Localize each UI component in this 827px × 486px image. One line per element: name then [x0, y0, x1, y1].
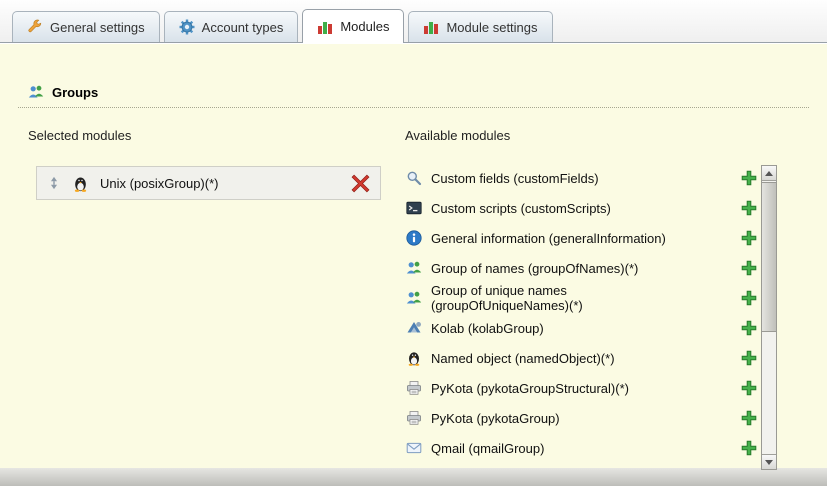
tab-modules[interactable]: Modules	[302, 9, 404, 43]
plus-icon	[741, 230, 757, 246]
script-icon	[406, 200, 422, 216]
tab-label: Modules	[340, 19, 389, 34]
footer-strip	[0, 468, 827, 486]
scroll-up-button[interactable]	[762, 166, 776, 181]
add-module-button[interactable]	[741, 170, 758, 187]
add-module-button[interactable]	[741, 410, 758, 427]
available-module-row: Group of unique names (groupOfUniqueName…	[406, 283, 758, 313]
arrow-up-icon	[765, 171, 773, 176]
add-module-button[interactable]	[741, 230, 758, 247]
module-label: Group of names (groupOfNames)(*)	[431, 261, 693, 276]
module-label: Qmail (qmailGroup)	[431, 441, 693, 456]
available-modules-scrollbar[interactable]	[761, 165, 777, 470]
available-module-row: PyKota (pykotaGroupStructural)(*)	[406, 373, 758, 403]
add-module-button[interactable]	[741, 320, 758, 337]
module-label: PyKota (pykotaGroup)	[431, 411, 693, 426]
modules-icon	[317, 19, 333, 35]
plus-icon	[741, 200, 757, 216]
section-title: Groups	[52, 85, 98, 100]
printer-icon	[406, 410, 422, 426]
plus-icon	[741, 260, 757, 276]
module-label: Group of unique names (groupOfUniqueName…	[431, 283, 693, 313]
plus-icon	[741, 410, 757, 426]
tab-bar: General settings Account types Modules M…	[0, 0, 827, 43]
available-modules-heading: Available modules	[405, 128, 510, 143]
tab-label: General settings	[50, 20, 145, 35]
tab-label: Module settings	[446, 20, 537, 35]
available-module-row: Group of names (groupOfNames)(*)	[406, 253, 758, 283]
available-module-row: Qmail (qmailGroup)	[406, 433, 758, 463]
available-modules-list: Custom fields (customFields) Custom scri…	[406, 163, 758, 463]
module-label: Custom scripts (customScripts)	[431, 201, 693, 216]
plus-icon	[741, 170, 757, 186]
module-label: Kolab (kolabGroup)	[431, 321, 693, 336]
add-module-button[interactable]	[741, 260, 758, 277]
tabs: General settings Account types Modules M…	[12, 9, 553, 42]
available-module-row: Custom scripts (customScripts)	[406, 193, 758, 223]
kolab-icon	[406, 320, 422, 336]
drag-handle-icon[interactable]	[47, 176, 61, 190]
add-module-button[interactable]	[741, 380, 758, 397]
delete-icon	[351, 174, 370, 193]
module-label: General information (generalInformation)	[431, 231, 693, 246]
selected-module-label: Unix (posixGroup)(*)	[100, 176, 218, 191]
tab-general-settings[interactable]: General settings	[12, 11, 160, 42]
group-icon	[406, 290, 422, 306]
available-module-row: General information (generalInformation)	[406, 223, 758, 253]
add-module-button[interactable]	[741, 440, 758, 457]
group-icon	[406, 260, 422, 276]
section-heading-groups: Groups	[28, 84, 98, 100]
tux-icon	[406, 350, 422, 366]
module-label: PyKota (pykotaGroupStructural)(*)	[431, 381, 693, 396]
dotted-divider	[18, 107, 809, 108]
selected-modules-heading: Selected modules	[28, 128, 131, 143]
available-module-row: Custom fields (customFields)	[406, 163, 758, 193]
group-icon	[28, 84, 44, 100]
tab-account-types[interactable]: Account types	[164, 11, 299, 42]
remove-module-button[interactable]	[351, 174, 370, 193]
modules-icon	[423, 19, 439, 35]
selected-module-row: Unix (posixGroup)(*)	[36, 166, 381, 200]
tab-module-settings[interactable]: Module settings	[408, 11, 552, 42]
available-module-row: Kolab (kolabGroup)	[406, 313, 758, 343]
gear-icon	[179, 19, 195, 35]
module-label: Named object (namedObject)(*)	[431, 351, 693, 366]
info-icon	[406, 230, 422, 246]
add-module-button[interactable]	[741, 290, 758, 307]
plus-icon	[741, 320, 757, 336]
tux-icon	[72, 175, 89, 192]
mail-icon	[406, 440, 422, 456]
arrow-down-icon	[765, 460, 773, 465]
available-module-row: Named object (namedObject)(*)	[406, 343, 758, 373]
plus-icon	[741, 380, 757, 396]
add-module-button[interactable]	[741, 350, 758, 367]
wrench-icon	[27, 19, 43, 35]
plus-icon	[741, 350, 757, 366]
available-module-row: PyKota (pykotaGroup)	[406, 403, 758, 433]
add-module-button[interactable]	[741, 200, 758, 217]
module-label: Custom fields (customFields)	[431, 171, 693, 186]
magnifier-icon	[406, 170, 422, 186]
plus-icon	[741, 290, 757, 306]
scroll-down-button[interactable]	[762, 454, 776, 469]
tab-label: Account types	[202, 20, 284, 35]
plus-icon	[741, 440, 757, 456]
lam-configuration-page: General settings Account types Modules M…	[0, 0, 827, 486]
printer-icon	[406, 380, 422, 396]
scrollbar-thumb[interactable]	[762, 182, 776, 332]
